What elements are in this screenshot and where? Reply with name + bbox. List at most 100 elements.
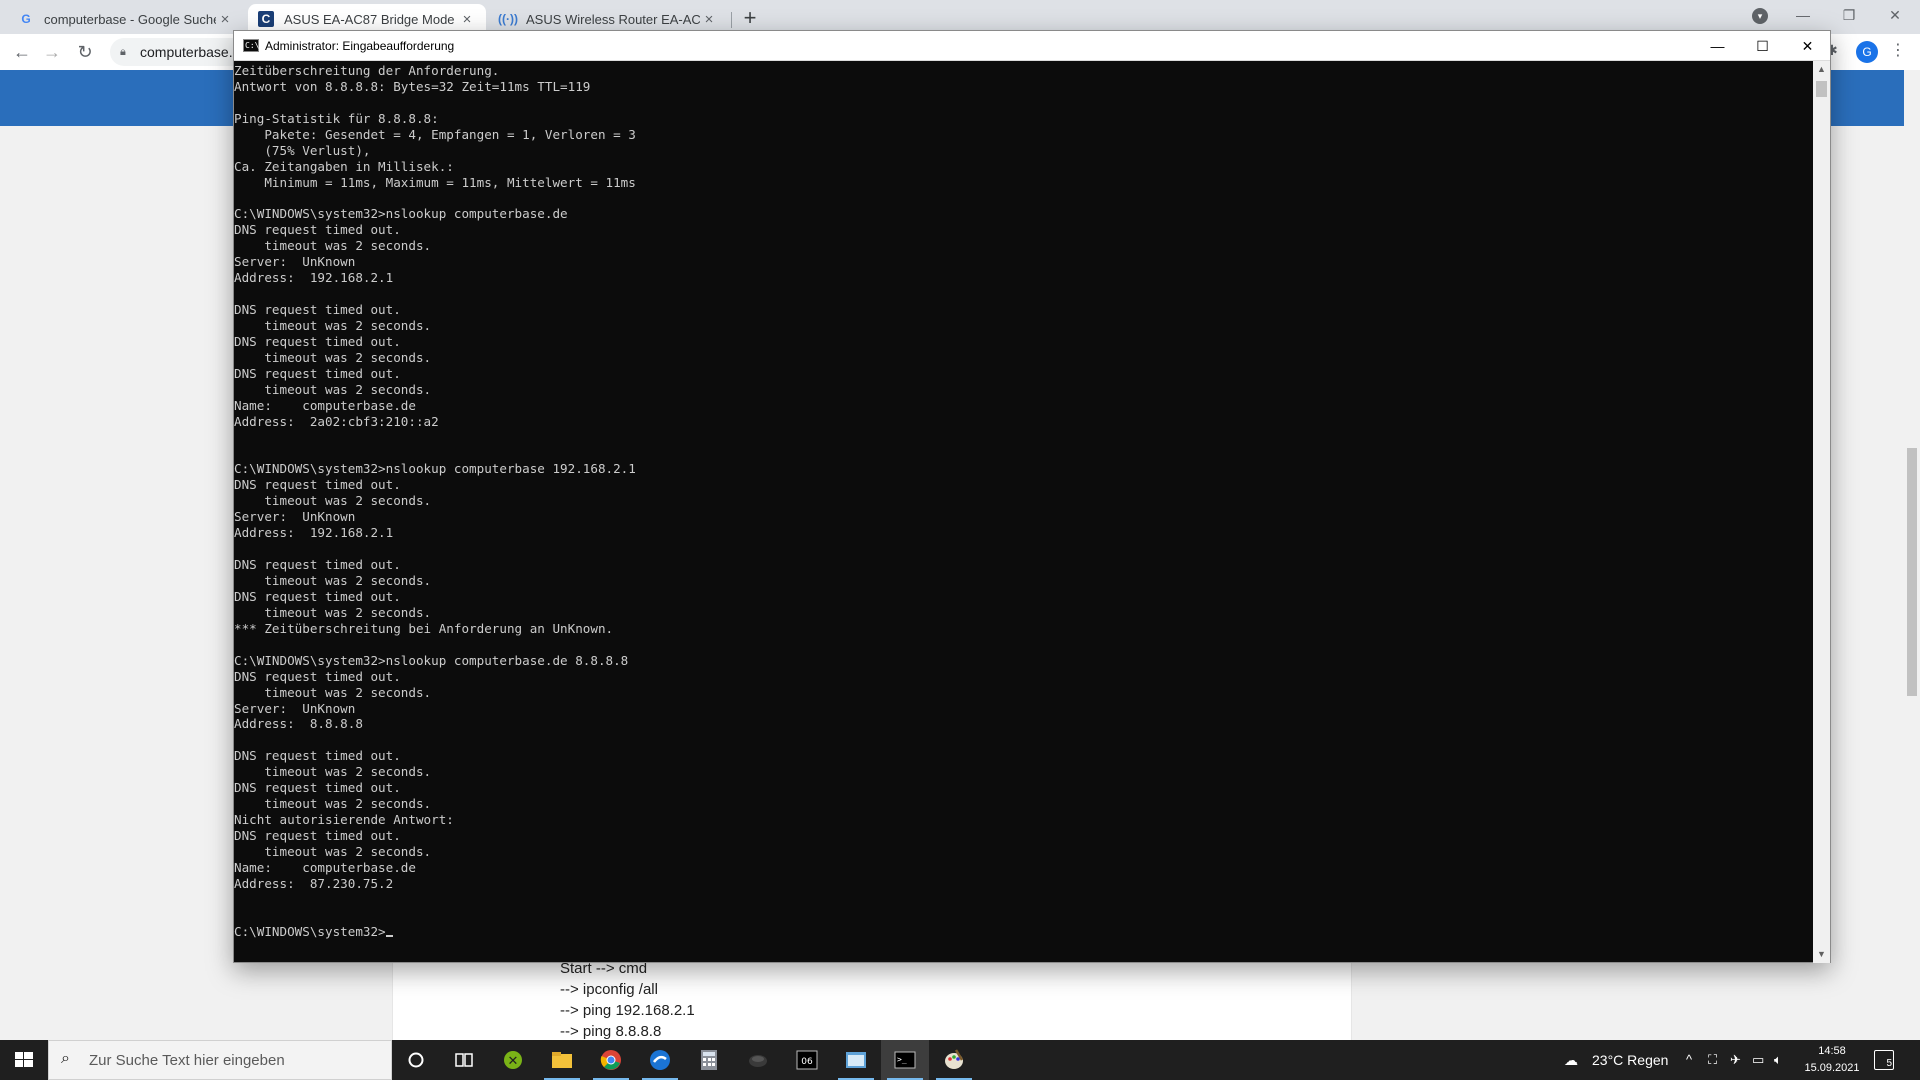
- post-line: --> ping 192.168.2.1: [560, 1002, 695, 1019]
- cmd-taskbar-icon[interactable]: >_: [881, 1040, 929, 1080]
- tab-title: ASUS EA-AC87 Bridge Mode plötzlich: [284, 11, 458, 27]
- forward-icon[interactable]: →: [40, 40, 64, 64]
- console-line: DNS request timed out.: [234, 748, 401, 764]
- console-line: timeout was 2 seconds.: [234, 573, 432, 588]
- greenshot-icon[interactable]: ✕: [489, 1040, 537, 1080]
- console-line: (75% Verlust),: [234, 142, 371, 158]
- console-line: DNS request timed out.: [234, 365, 401, 381]
- post-line: --> ipconfig /all: [560, 981, 658, 998]
- scroll-down-icon[interactable]: ▼: [1813, 946, 1830, 963]
- console-line: Pakete: Gesendet = 4, Empfangen = 1, Ver…: [234, 126, 636, 142]
- file-explorer-icon[interactable]: [538, 1040, 586, 1080]
- search-placeholder: Zur Suche Text hier eingeben: [89, 1052, 285, 1069]
- console-line: timeout was 2 seconds.: [234, 684, 432, 700]
- tab-search-icon[interactable]: ▾: [1752, 8, 1768, 24]
- task-view-icon[interactable]: [440, 1040, 488, 1080]
- console-line: timeout was 2 seconds.: [234, 843, 432, 859]
- network-icon[interactable]: ▭: [1752, 1040, 1764, 1080]
- browser-minimize-button[interactable]: —: [1780, 0, 1826, 30]
- console-line: Address: 8.8.8.8: [234, 716, 363, 732]
- clock[interactable]: 14:58 15.09.2021: [1802, 1043, 1862, 1077]
- console-line: Address: 87.230.75.2: [234, 875, 394, 891]
- cmd-icon: C:\: [243, 39, 260, 52]
- tray-chevron-icon[interactable]: ^: [1686, 1040, 1692, 1080]
- cmd-maximize-button[interactable]: ☐: [1740, 31, 1785, 61]
- weather-text[interactable]: 23°C Regen: [1592, 1040, 1668, 1080]
- post-text: Start --> cmd --> ipconfig /all --> ping…: [560, 958, 695, 1042]
- google-icon: G: [21, 12, 31, 26]
- tab-close-icon[interactable]: ×: [216, 11, 234, 28]
- console-line: Nicht autorisierende Antwort:: [234, 812, 454, 828]
- console-line: DNS request timed out.: [234, 222, 401, 238]
- cmd-titlebar[interactable]: C:\ Administrator: Eingabeaufforderung —…: [234, 31, 1830, 61]
- app-window-icon[interactable]: [832, 1040, 880, 1080]
- start-button[interactable]: [0, 1040, 48, 1080]
- notification-center-icon[interactable]: 5: [1874, 1050, 1894, 1070]
- browser-restore-button[interactable]: ❐: [1826, 0, 1872, 30]
- console-output[interactable]: Zeitüberschreitung der Anforderung. Antwo…: [234, 61, 1812, 963]
- reload-icon[interactable]: ↻: [73, 40, 97, 64]
- back-icon[interactable]: ←: [10, 40, 34, 64]
- console-line: C:\WINDOWS\system32>nslookup computerbas…: [234, 206, 568, 222]
- notification-count: 5: [1886, 1058, 1892, 1069]
- svg-text:06: 06: [801, 1057, 813, 1067]
- console-line: *** Zeitüberschreitung bei Anforderung a…: [234, 620, 614, 636]
- console-line: timeout was 2 seconds.: [234, 238, 432, 254]
- console-prompt-line[interactable]: C:\WINDOWS\system32>: [234, 924, 636, 940]
- browser-close-button[interactable]: ✕: [1872, 0, 1918, 30]
- calculator-icon[interactable]: [685, 1040, 733, 1080]
- console-line: DNS request timed out.: [234, 302, 401, 318]
- cortana-icon[interactable]: [392, 1040, 440, 1080]
- asus-wireless-icon: ((·)): [498, 12, 518, 26]
- console-line: timeout was 2 seconds.: [234, 764, 432, 780]
- scroll-up-icon[interactable]: ▲: [1813, 61, 1830, 78]
- tab-title: ASUS Wireless Router EA-AC87 -: [526, 11, 700, 27]
- profile-avatar[interactable]: G: [1856, 41, 1878, 63]
- page-scrollbar-thumb[interactable]: [1907, 448, 1917, 696]
- tray-app-icon[interactable]: ⛶: [1708, 1040, 1717, 1080]
- volume-icon[interactable]: 🔈︎: [1774, 1040, 1782, 1080]
- paint-icon[interactable]: [930, 1040, 978, 1080]
- console-line: Zeitüberschreitung der Anforderung.: [234, 63, 500, 78]
- cmd-scrollbar-thumb[interactable]: [1816, 81, 1827, 97]
- lock-icon: 🔒︎: [120, 46, 126, 58]
- taskbar-search-box[interactable]: ⌕ Zur Suche Text hier eingeben: [48, 1040, 392, 1080]
- weather-icon[interactable]: ☁: [1564, 1040, 1578, 1080]
- page-scrollbar[interactable]: [1904, 70, 1920, 1040]
- svg-text:✕: ✕: [508, 1054, 519, 1069]
- menu-kebab-icon[interactable]: ⋮: [1890, 40, 1906, 60]
- computerbase-icon: C: [258, 11, 274, 27]
- tab-google-search[interactable]: G computerbase - Google Suche ×: [8, 4, 244, 34]
- cmd-scrollbar[interactable]: ▲ ▼: [1813, 61, 1830, 963]
- app-06-icon[interactable]: 06: [783, 1040, 831, 1080]
- clock-time: 14:58: [1818, 1045, 1846, 1057]
- console-prompt: C:\WINDOWS\system32>: [234, 923, 386, 939]
- app-icon[interactable]: [734, 1040, 782, 1080]
- console-line: DNS request timed out.: [234, 477, 401, 493]
- command-prompt-window[interactable]: C:\ Administrator: Eingabeaufforderung —…: [233, 30, 1831, 963]
- clock-date: 15.09.2021: [1804, 1062, 1860, 1074]
- tab-title: computerbase - Google Suche: [44, 11, 216, 27]
- console-line: DNS request timed out.: [234, 668, 401, 684]
- chrome-icon[interactable]: [587, 1040, 635, 1080]
- search-icon: ⌕: [61, 1050, 70, 1067]
- cmd-close-button[interactable]: ✕: [1785, 31, 1830, 61]
- taskbar: ⌕ Zur Suche Text hier eingeben ✕ 06 >_ ☁…: [0, 1040, 1920, 1080]
- console-line: timeout was 2 seconds.: [234, 796, 432, 812]
- cmd-minimize-button[interactable]: —: [1695, 31, 1740, 61]
- console-line: Name: computerbase.de: [234, 397, 416, 413]
- console-line: DNS request timed out.: [234, 780, 401, 796]
- console-line: Antwort von 8.8.8.8: Bytes=32 Zeit=11ms …: [234, 78, 591, 94]
- console-line: Ca. Zeitangaben in Millisek.:: [234, 158, 454, 174]
- wifi-icon[interactable]: ✈: [1730, 1040, 1741, 1080]
- new-tab-button[interactable]: +: [736, 5, 764, 33]
- tab-close-icon[interactable]: ×: [700, 11, 718, 28]
- console-line: C:\WINDOWS\system32>nslookup computerbas…: [234, 461, 636, 477]
- tab-close-icon[interactable]: ×: [458, 11, 476, 28]
- outlook-icon[interactable]: [636, 1040, 684, 1080]
